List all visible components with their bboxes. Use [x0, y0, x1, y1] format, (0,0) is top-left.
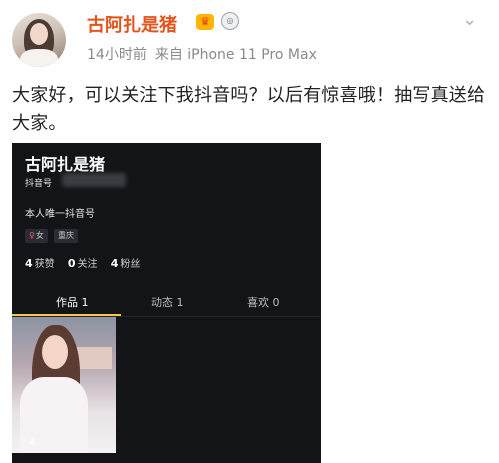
avatar[interactable]: [12, 13, 66, 67]
douyin-bio: 本人唯一抖音号: [25, 209, 95, 220]
post-time: 14小时前: [87, 47, 147, 63]
stat-followers: 4 粉丝: [110, 257, 141, 270]
stat-following-value: 0: [67, 257, 76, 270]
female-icon: ♀: [29, 231, 35, 240]
stat-followers-label: 粉丝: [120, 259, 141, 270]
douyin-profile-screenshot[interactable]: 古阿扎是猪 抖音号 本人唯一抖音号 ♀女 重庆 4 获赞 0 关注 4 粉丝 作品 1…: [12, 143, 321, 463]
stat-followers-value: 4: [110, 257, 119, 270]
stat-following: 0 关注: [67, 257, 98, 270]
level-medal-icon[interactable]: ◎: [221, 12, 239, 30]
tab-likes: 喜欢 0: [247, 296, 280, 309]
douyin-id-blurred: [62, 173, 126, 187]
avatar-body: [20, 49, 58, 67]
chevron-down-icon[interactable]: ⌄: [462, 9, 477, 30]
post-meta: 14小时前 来自 iPhone 11 Pro Max: [87, 44, 317, 64]
douyin-profile-name: 古阿扎是猪: [25, 155, 106, 174]
avatar-face: [30, 23, 48, 45]
stat-likes-value: 4: [25, 257, 33, 270]
thumbnail-face: [42, 335, 68, 369]
video-like-value: 4: [28, 438, 35, 448]
post-username[interactable]: 古阿扎是猪: [87, 11, 177, 37]
stat-following-label: 关注: [77, 259, 98, 270]
post-text: 大家好，可以关注下我抖音吗？以后有惊喜哦！抽写真送给大家。: [12, 85, 486, 134]
douyin-id-label: 抖音号: [25, 179, 53, 189]
vip-crown-icon[interactable]: ♛: [196, 14, 214, 30]
gender-tag: ♀女: [25, 229, 48, 243]
stat-likes: 4 获赞: [25, 257, 55, 270]
post-source[interactable]: 来自 iPhone 11 Pro Max: [155, 47, 317, 63]
stat-likes-label: 获赞: [34, 259, 55, 270]
video-thumbnail: ♡ 4: [12, 317, 116, 453]
tab-dynamic: 动态 1: [151, 296, 184, 309]
gender-tag-label: 女: [35, 231, 44, 240]
heart-icon: ♡: [18, 438, 27, 448]
city-tag: 重庆: [54, 229, 78, 243]
profile-stats: 4 获赞 0 关注 4 粉丝: [25, 255, 140, 270]
tab-works: 作品 1: [56, 296, 89, 309]
video-like-count: ♡ 4: [18, 438, 35, 448]
